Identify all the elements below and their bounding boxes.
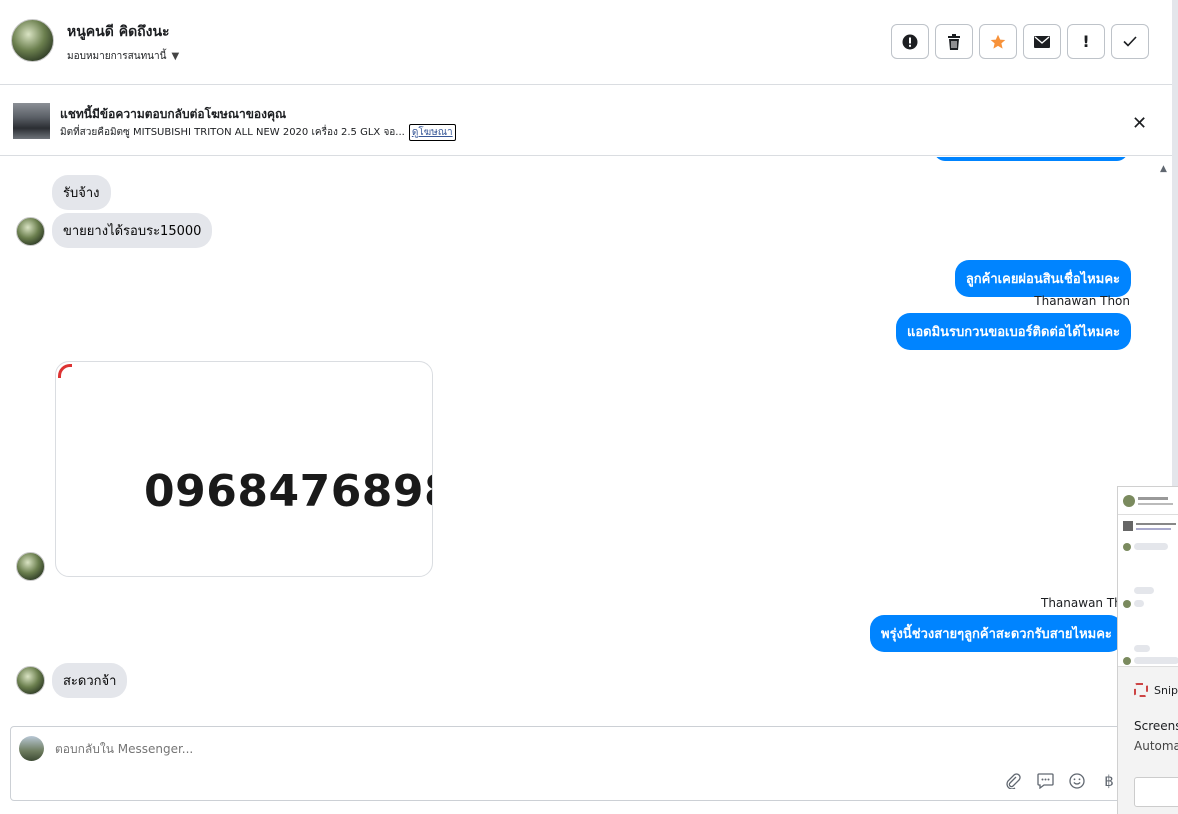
reply-composer: ฿ bbox=[10, 726, 1130, 801]
conversation-toolbar: ! bbox=[891, 24, 1149, 59]
payment-button[interactable]: ฿ bbox=[1099, 771, 1119, 791]
ad-thumbnail bbox=[13, 103, 50, 139]
mail-icon bbox=[1034, 35, 1050, 48]
chat-bubble-icon bbox=[1036, 773, 1054, 789]
emoji-button[interactable] bbox=[1067, 771, 1087, 791]
image-phone-number: 09684768982 bbox=[144, 466, 432, 517]
outgoing-message: พรุ่งนี้ช่วงสายๆลูกค้าสะดวกรับสายไหมคะ bbox=[870, 615, 1123, 652]
image-attachment[interactable]: 09684768982 bbox=[55, 361, 433, 577]
mark-spam-button[interactable] bbox=[891, 24, 929, 59]
contact-avatar-small bbox=[16, 217, 45, 246]
mini-avatar bbox=[1123, 600, 1131, 608]
mark-done-button[interactable] bbox=[1111, 24, 1149, 59]
incoming-message: สะดวกจ้า bbox=[52, 663, 128, 698]
attachment-button[interactable] bbox=[1003, 771, 1023, 791]
snip-logo-icon bbox=[1134, 683, 1148, 697]
mini-avatar bbox=[1123, 495, 1135, 507]
delete-button[interactable] bbox=[935, 24, 973, 59]
exclamation-icon: ! bbox=[1082, 32, 1090, 51]
mini-bubble bbox=[1134, 543, 1168, 550]
mini-bubble bbox=[1134, 657, 1178, 664]
caret-down-icon: ▼ bbox=[171, 51, 180, 62]
mini-line bbox=[1138, 497, 1168, 500]
ad-description: มิตที่สวยคือมิตซู MITSUBISHI TRITON ALL … bbox=[60, 127, 405, 138]
baht-icon: ฿ bbox=[1104, 772, 1114, 790]
saved-replies-button[interactable] bbox=[1035, 771, 1055, 791]
mini-line bbox=[1136, 528, 1171, 530]
mini-avatar bbox=[1123, 657, 1131, 665]
snip-notification[interactable]: Snip Screens Automa bbox=[1117, 486, 1178, 814]
trash-icon bbox=[948, 33, 960, 50]
image-corner-mark bbox=[58, 364, 72, 378]
composer-actions: ฿ bbox=[1003, 771, 1119, 791]
view-ad-link[interactable]: ดูโฆษณา bbox=[408, 124, 456, 141]
mini-thumb bbox=[1123, 521, 1133, 531]
mini-line bbox=[1136, 523, 1176, 525]
ad-reply-banner: แชทนี้มีข้อความตอบกลับต่อโฆษณาของคุณ มิต… bbox=[0, 86, 1172, 156]
message-thread[interactable]: รับจ้าง ขายยางได้รอบระ15000 ลูกค้าเคยผ่อ… bbox=[0, 157, 1158, 724]
outgoing-message: แอดมินรบกวนขอเบอร์ติดต่อได้ไหมคะ bbox=[895, 313, 1131, 350]
smiley-icon bbox=[1069, 773, 1085, 789]
assign-conversation-dropdown[interactable]: มอบหมายการสนทนานี้ ▼ bbox=[67, 49, 179, 64]
assign-label: มอบหมายการสนทนานี้ bbox=[67, 51, 167, 62]
ad-banner-title: แชทนี้มีข้อความตอบกลับต่อโฆษณาของคุณ bbox=[60, 107, 287, 121]
screenshot-thumbnail[interactable] bbox=[1118, 487, 1178, 667]
mini-avatar bbox=[1123, 543, 1131, 551]
incoming-message: ขายยางได้รอบระ15000 bbox=[52, 213, 213, 248]
star-button[interactable] bbox=[979, 24, 1017, 59]
outgoing-message-partial bbox=[934, 157, 1128, 161]
mini-bubble bbox=[1134, 600, 1144, 607]
contact-avatar-small bbox=[16, 666, 45, 695]
mini-divider bbox=[1118, 514, 1178, 515]
reply-input[interactable] bbox=[55, 742, 955, 756]
alert-circle-icon bbox=[902, 34, 918, 49]
page-avatar bbox=[19, 736, 44, 761]
snip-app-row: Snip bbox=[1134, 683, 1178, 697]
snip-app-name: Snip bbox=[1154, 683, 1178, 697]
sender-name: Thanawan Thon bbox=[1034, 294, 1130, 308]
mini-bubble bbox=[1134, 587, 1154, 594]
snip-subtitle: Automa bbox=[1134, 739, 1178, 753]
scroll-up-arrow-icon[interactable]: ▲ bbox=[1160, 164, 1167, 174]
paperclip-icon bbox=[1006, 773, 1021, 789]
snip-action-box[interactable] bbox=[1134, 777, 1178, 807]
close-icon[interactable]: ✕ bbox=[1132, 113, 1147, 134]
incoming-message: รับจ้าง bbox=[52, 175, 111, 210]
check-icon bbox=[1123, 36, 1137, 47]
messenger-inbox: หนูคนดี คิดถึงนะ มอบหมายการสนทนานี้ ▼ ! bbox=[0, 0, 1178, 814]
snip-title: Screens bbox=[1134, 719, 1178, 733]
contact-avatar[interactable] bbox=[11, 19, 54, 62]
ad-description-row: มิตที่สวยคือมิตซู MITSUBISHI TRITON ALL … bbox=[60, 124, 456, 141]
star-icon bbox=[990, 34, 1006, 49]
conversation-header: หนูคนดี คิดถึงนะ มอบหมายการสนทนานี้ ▼ ! bbox=[0, 0, 1172, 85]
contact-name[interactable]: หนูคนดี คิดถึงนะ bbox=[67, 21, 170, 43]
contact-avatar-small bbox=[16, 552, 45, 581]
outgoing-message: ลูกค้าเคยผ่อนสินเชื่อไหมคะ bbox=[954, 260, 1131, 297]
follow-up-button[interactable]: ! bbox=[1067, 24, 1105, 59]
mark-unread-button[interactable] bbox=[1023, 24, 1061, 59]
mini-bubble bbox=[1134, 645, 1150, 652]
mini-line bbox=[1138, 503, 1173, 505]
